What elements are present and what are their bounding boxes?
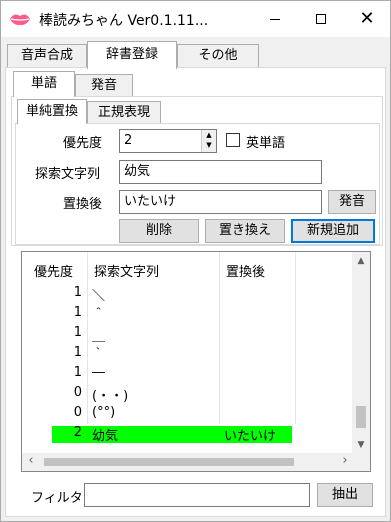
priority-spinner[interactable]: ▲ ▼ [201,130,216,152]
row-search: ― [92,365,105,380]
replace-input[interactable]: いたいけ [119,190,322,214]
maximize-button[interactable] [298,1,344,37]
list-row-selected[interactable]: 2 幼気 いたいけ [22,424,352,444]
minimize-button[interactable] [252,1,298,37]
tab-regex[interactable]: 正規表現 [87,101,161,125]
scroll-up-icon[interactable]: ▲ [352,252,370,270]
search-string-input[interactable]: 幼気 [119,160,322,184]
row-replace: いたいけ [224,429,277,444]
search-string-value: 幼気 [124,164,151,179]
extract-button[interactable]: 抽出 [317,483,373,507]
row-search: 幼気 [92,429,119,444]
pronounce-button[interactable]: 発音 [328,190,376,214]
vertical-scrollbar[interactable]: ▲ ▼ [352,252,370,454]
spinner-up-icon[interactable]: ▲ [202,130,216,140]
row-search: ＿ [92,329,106,344]
add-new-button[interactable]: 新規追加 [291,219,375,243]
row-priority: 0 [73,405,82,420]
list-row[interactable]: 1 ＾ [22,304,352,324]
replace-label: 置換後 [63,197,103,212]
window-title: 棒読みちゃん Ver0.1.11... [39,13,209,29]
column-header-priority[interactable]: 優先度 [34,261,73,280]
row-search: ＼ [92,289,106,304]
list-row[interactable]: 1 ― [22,364,352,384]
row-search: ｀ [92,349,106,364]
row-priority: 2 [73,425,82,440]
column-header-replace[interactable]: 置換後 [226,261,265,280]
tab-speech-synthesis[interactable]: 音声合成 [7,44,87,68]
horizontal-scroll-thumb[interactable] [44,458,294,466]
priority-label: 優先度 [63,136,103,151]
list-row[interactable]: 1 ｀ [22,344,352,364]
filter-label: フィルタ [31,491,83,506]
close-icon: ✕ [359,8,375,29]
replace-button[interactable]: 置き換え [205,219,285,243]
scroll-corner [352,453,370,471]
tab-pronunciation[interactable]: 発音 [75,74,133,98]
replace-value: いたいけ [124,194,177,209]
priority-value: 2 [124,133,133,148]
vertical-scroll-thumb[interactable] [356,406,366,428]
dictionary-list[interactable]: 優先度 探索文字列 置換後 1 ＼ 1 ＾ 1 ＿ 1 ｀ 1 ― 0 (・・)… [21,251,371,472]
filter-input[interactable] [84,483,310,507]
tab-other[interactable]: その他 [177,44,259,68]
maximize-icon [316,14,326,24]
scroll-down-icon[interactable]: ▼ [352,436,370,454]
english-word-label: 英単語 [246,136,286,151]
row-search: (°°) [92,405,116,420]
row-priority: 0 [73,385,82,400]
list-row[interactable]: 1 ＼ [22,284,352,304]
list-header: 優先度 探索文字列 置換後 [22,252,352,286]
horizontal-scrollbar[interactable]: ‹ › [22,453,354,471]
row-priority: 1 [73,365,82,380]
title-bar: 棒読みちゃん Ver0.1.11... ✕ [1,1,390,37]
tab-dictionary[interactable]: 辞書登録 [87,41,177,69]
tab-word[interactable]: 単語 [13,71,75,97]
row-priority: 1 [73,325,82,340]
list-row[interactable]: 0 (・・) [22,384,352,404]
delete-button[interactable]: 削除 [119,219,199,243]
lips-icon [10,14,30,26]
search-string-label: 探索文字列 [35,167,101,182]
close-button[interactable]: ✕ [344,1,390,37]
tab-simple-replace[interactable]: 単純置換 [17,99,87,124]
spinner-down-icon[interactable]: ▼ [202,140,216,150]
app-window: 棒読みちゃん Ver0.1.11... ✕ 音声合成 辞書登録 その他 単語 発… [0,0,391,522]
scroll-left-icon[interactable]: ‹ [22,453,40,471]
english-word-checkbox[interactable] [226,133,240,147]
column-header-search[interactable]: 探索文字列 [94,261,159,280]
row-priority: 1 [73,305,82,320]
row-priority: 1 [73,345,82,360]
row-search: (・・) [92,389,129,404]
row-search: ＾ [92,309,106,324]
row-priority: 1 [73,285,82,300]
list-row[interactable]: 1 ＿ [22,324,352,344]
list-row[interactable]: 0 (°°) [22,404,352,424]
minimize-icon [270,18,280,20]
